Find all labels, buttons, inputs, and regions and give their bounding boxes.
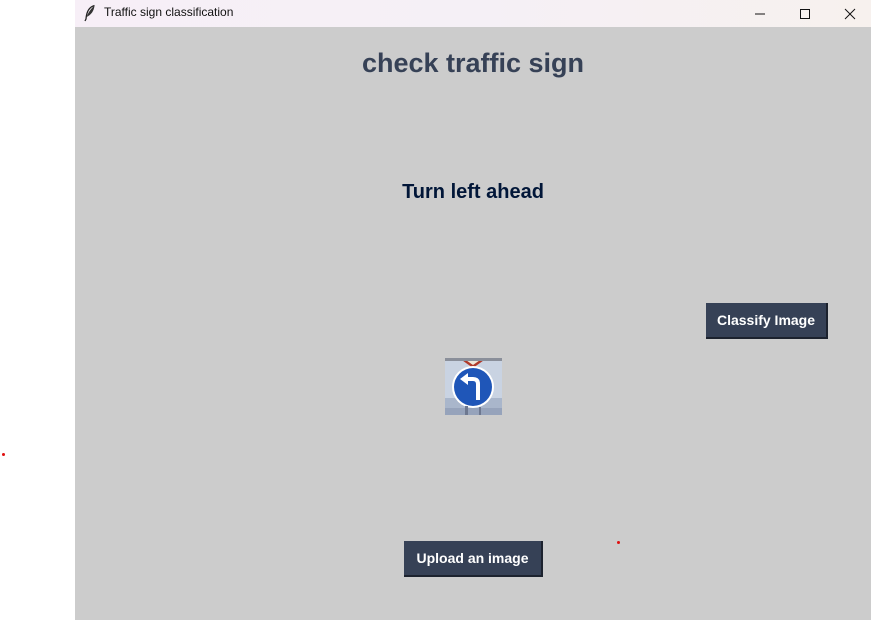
window-title: Traffic sign classification [104,5,234,19]
maximize-button[interactable] [782,0,828,27]
minimize-icon [755,13,765,14]
minimize-button[interactable] [737,0,783,27]
classification-result: Turn left ahead [402,181,544,203]
red-dot-marker [2,453,5,456]
maximize-icon [800,8,810,19]
uploaded-sign-image [445,358,502,415]
page-heading: check traffic sign [361,48,585,78]
close-icon [844,8,856,19]
app-window: Traffic sign classification check traffi… [75,0,871,620]
red-dot-marker [617,541,620,544]
close-button[interactable] [827,0,871,27]
main-content: check traffic sign Turn left ahead Class… [75,27,871,620]
feather-icon [83,4,97,22]
title-bar[interactable]: Traffic sign classification [75,0,871,27]
upload-image-button[interactable]: Upload an image [404,541,543,577]
desktop: Traffic sign classification check traffi… [0,0,871,620]
classify-image-button[interactable]: Classify Image [706,303,828,339]
